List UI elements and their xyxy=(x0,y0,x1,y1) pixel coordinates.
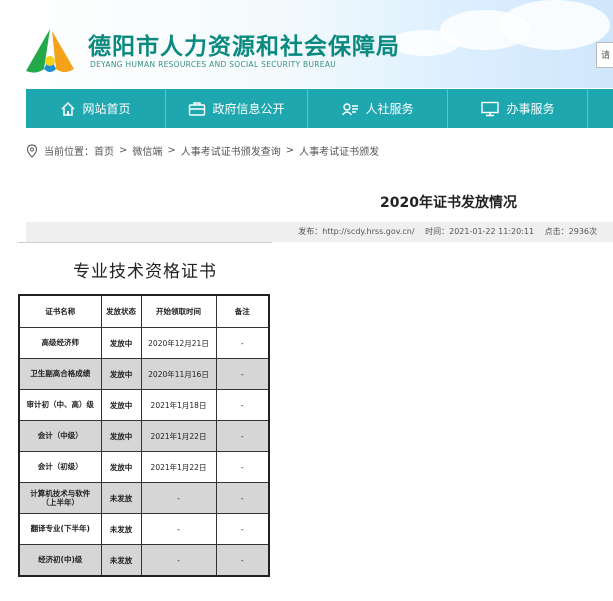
breadcrumb-item-query[interactable]: 人事考试证书颁发查询 xyxy=(181,143,281,158)
cell-note: - xyxy=(215,513,270,545)
bureau-logo-icon[interactable] xyxy=(22,25,78,77)
nav-item-label: 人社服务 xyxy=(365,102,414,116)
nav-item-more[interactable] xyxy=(588,89,613,128)
nav-item-label: 办事服务 xyxy=(506,102,555,116)
monitor-icon xyxy=(481,101,500,116)
cell-cert-name: 审计初（中、高）级 xyxy=(18,389,102,421)
cell-cert-name: 经济初(中)级 xyxy=(18,544,102,577)
nav-item-label: 政府信息公开 xyxy=(212,102,285,116)
cell-start-date: - xyxy=(140,482,217,514)
nav-item-label: 网站首页 xyxy=(82,102,131,116)
cell-status: 未发放 xyxy=(100,544,142,577)
cell-status: 未发放 xyxy=(100,513,142,545)
table-row: 会计（中级） 发放中 2021年1月22日 - xyxy=(18,420,270,452)
cell-note: - xyxy=(215,544,270,577)
breadcrumb-separator: > xyxy=(119,145,128,156)
column-header-status: 发放状态 xyxy=(100,294,142,328)
meta-time: 时间：2021-01-22 11:20:11 xyxy=(425,227,535,236)
cell-start-date: - xyxy=(140,513,217,545)
table-row: 审计初（中、高）级 发放中 2021年1月18日 - xyxy=(18,389,270,421)
cell-cert-name: 会计（中级） xyxy=(18,420,102,452)
table-row: 计算机技术与软件（上半年） 未发放 - - xyxy=(18,482,270,514)
table-row: 会计（初级） 发放中 2021年1月22日 - xyxy=(18,451,270,483)
cell-cert-name: 计算机技术与软件（上半年） xyxy=(18,482,102,514)
column-header-name: 证书名称 xyxy=(18,294,102,328)
column-header-note: 备注 xyxy=(215,294,270,328)
nav-item-hr-services[interactable]: 人社服务 xyxy=(308,89,448,128)
briefcase-icon xyxy=(189,101,206,116)
meta-publisher: 发布：http://scdy.hrss.gov.cn/ xyxy=(298,227,415,236)
certificate-heading: 专业技术资格证书 xyxy=(73,262,217,282)
table-row: 经济初(中)级 未发放 - - xyxy=(18,544,270,577)
home-icon xyxy=(61,101,76,116)
cell-note: - xyxy=(215,358,270,390)
cell-note: - xyxy=(215,327,270,359)
article-title: 2020年证书发放情况 xyxy=(380,195,517,211)
login-hint-box[interactable]: 请 xyxy=(596,42,613,68)
cell-note: - xyxy=(215,420,270,452)
cell-cert-name: 会计（初级） xyxy=(18,451,102,483)
cell-start-date: 2020年11月16日 xyxy=(140,358,217,390)
nav-item-home[interactable]: 网站首页 xyxy=(26,89,166,128)
cell-status: 发放中 xyxy=(100,420,142,452)
table-row: 高级经济师 发放中 2020年12月21日 - xyxy=(18,327,270,359)
column-header-date: 开始领取时间 xyxy=(140,294,217,328)
table-row: 翻译专业(下半年) 未发放 - - xyxy=(18,513,270,545)
cell-cert-name: 翻译专业(下半年) xyxy=(18,513,102,545)
cell-cert-name: 高级经济师 xyxy=(18,327,102,359)
breadcrumb-item-wechat[interactable]: 微信端 xyxy=(132,143,162,158)
location-pin-icon xyxy=(26,143,38,158)
breadcrumb-separator: > xyxy=(285,145,295,156)
table-row: 卫生副高合格成绩 发放中 2020年11月16日 - xyxy=(18,358,270,390)
nav-item-services[interactable]: 办事服务 xyxy=(448,89,588,128)
nav-item-gov-info[interactable]: 政府信息公开 xyxy=(166,89,308,128)
cell-note: - xyxy=(215,451,270,483)
article-meta: 发布：http://scdy.hrss.gov.cn/ 时间：2021-01-2… xyxy=(26,222,613,242)
site-header: 德阳市人力资源和社会保障局 DEYANG HUMAN RESOURCES AND… xyxy=(0,0,613,88)
certificate-table: 证书名称 发放状态 开始领取时间 备注 高级经济师 发放中 2020年12月21… xyxy=(18,294,270,577)
cell-start-date: - xyxy=(140,544,217,577)
cell-status: 发放中 xyxy=(100,389,142,421)
cell-status: 发放中 xyxy=(100,451,142,483)
cell-cert-name: 卫生副高合格成绩 xyxy=(18,358,102,390)
cell-start-date: 2020年12月21日 xyxy=(140,327,217,359)
header-cloud xyxy=(390,30,460,56)
cell-start-date: 2021年1月18日 xyxy=(140,389,217,421)
header-cloud xyxy=(500,0,610,50)
section-divider xyxy=(18,242,272,243)
cell-start-date: 2021年1月22日 xyxy=(140,420,217,452)
cell-note: - xyxy=(215,389,270,421)
cell-status: 未发放 xyxy=(100,482,142,514)
site-title[interactable]: 德阳市人力资源和社会保障局 xyxy=(88,27,400,61)
breadcrumb-item-current[interactable]: 人事考试证书颁发 xyxy=(299,143,379,158)
cell-note: - xyxy=(215,482,270,514)
main-nav: 网站首页 政府信息公开 人社服务 办事服务 xyxy=(26,89,613,128)
cell-start-date: 2021年1月22日 xyxy=(140,451,217,483)
meta-clicks: 点击：2936次 xyxy=(544,227,597,236)
cell-status: 发放中 xyxy=(100,358,142,390)
id-card-icon xyxy=(342,102,359,115)
breadcrumb: 当前位置： 首页 > 微信端 > 人事考试证书颁发查询 > 人事考试证书颁发 xyxy=(26,143,379,158)
breadcrumb-prefix: 当前位置： xyxy=(44,147,94,158)
table-header-row: 证书名称 发放状态 开始领取时间 备注 xyxy=(18,294,270,328)
cell-status: 发放中 xyxy=(100,327,142,359)
breadcrumb-item-home[interactable]: 首页 xyxy=(94,143,114,158)
breadcrumb-separator: > xyxy=(167,145,176,156)
site-subtitle: DEYANG HUMAN RESOURCES AND SOCIAL SECURI… xyxy=(90,60,337,69)
